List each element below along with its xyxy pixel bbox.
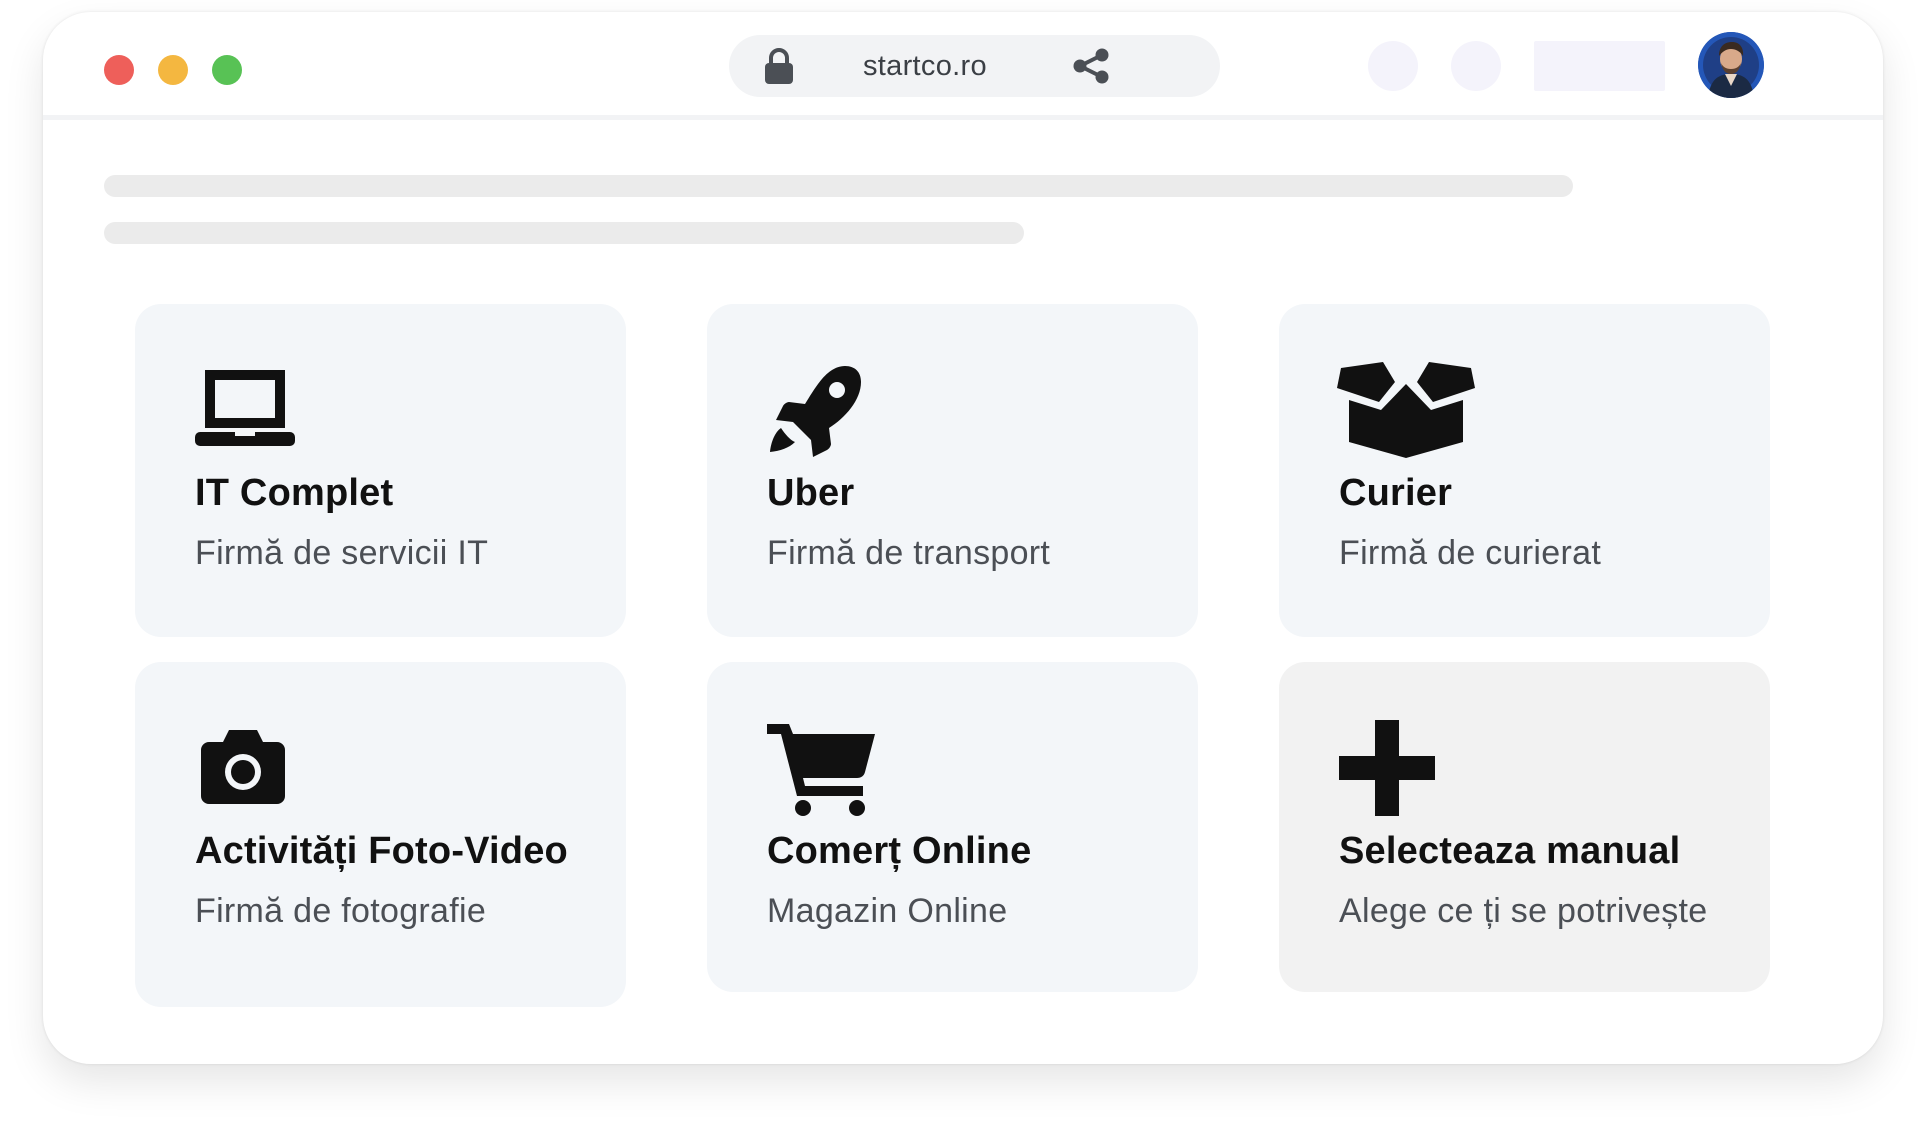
skeleton-line (104, 175, 1573, 197)
card-subtitle: Firmă de servicii IT (195, 534, 489, 572)
share-icon[interactable] (1071, 47, 1111, 85)
card-subtitle: Firmă de transport (767, 534, 1051, 572)
close-window-button[interactable] (104, 55, 134, 85)
card-title: Selecteaza manual (1339, 830, 1681, 872)
camera-icon (201, 730, 285, 804)
card-title: Uber (767, 472, 855, 514)
card-subtitle: Alege ce ți se potrivește (1339, 892, 1708, 930)
card-subtitle: Firmă de curierat (1339, 534, 1602, 572)
skeleton-line (104, 222, 1024, 244)
laptop-icon (195, 370, 295, 446)
card-title: IT Complet (195, 472, 394, 514)
category-card-foto-video[interactable]: Activități Foto-Video Firmă de fotografi… (135, 662, 626, 1007)
card-title: Activități Foto-Video (195, 830, 568, 872)
browser-window: startco.ro IT Complet Firmă de servicii … (43, 12, 1883, 1064)
maximize-window-button[interactable] (212, 55, 242, 85)
url-text[interactable]: startco.ro (863, 35, 987, 97)
card-subtitle: Magazin Online (767, 892, 1008, 930)
user-avatar[interactable] (1698, 32, 1764, 98)
toolbar-placeholder-button[interactable] (1451, 41, 1501, 91)
rocket-icon (770, 366, 861, 457)
category-card-manual[interactable]: Selecteaza manual Alege ce ți se potrive… (1279, 662, 1770, 992)
avatar-portrait (1698, 32, 1764, 98)
shopping-cart-icon (767, 724, 875, 816)
toolbar-placeholder-pill[interactable] (1534, 41, 1665, 91)
category-card-comert-online[interactable]: Comerț Online Magazin Online (707, 662, 1198, 992)
address-bar[interactable]: startco.ro (729, 35, 1220, 97)
category-card-it[interactable]: IT Complet Firmă de servicii IT (135, 304, 626, 637)
box-open-icon (1337, 362, 1475, 458)
toolbar-placeholder-button[interactable] (1368, 41, 1418, 91)
card-title: Comerț Online (767, 830, 1032, 872)
card-title: Curier (1339, 472, 1453, 514)
lock-icon (765, 48, 793, 84)
minimize-window-button[interactable] (158, 55, 188, 85)
plus-icon (1339, 720, 1435, 816)
browser-titlebar: startco.ro (43, 12, 1883, 120)
card-subtitle: Firmă de fotografie (195, 892, 487, 930)
category-card-curier[interactable]: Curier Firmă de curierat (1279, 304, 1770, 637)
category-card-uber[interactable]: Uber Firmă de transport (707, 304, 1198, 637)
